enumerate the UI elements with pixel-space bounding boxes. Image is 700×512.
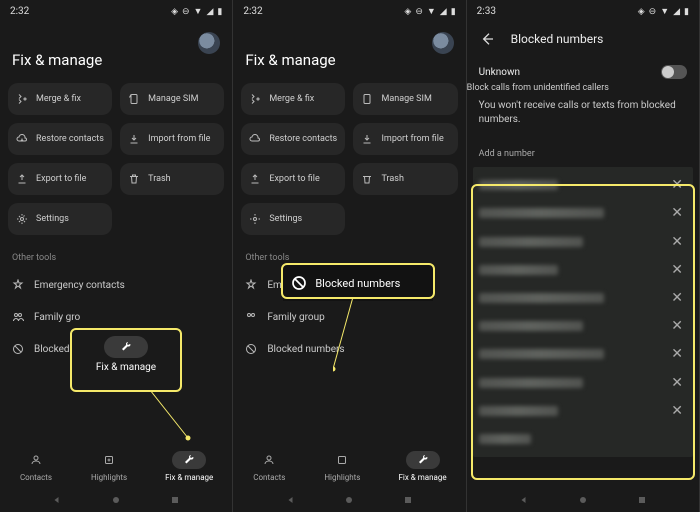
action-grid: Merge & fix Manage SIM Restore contacts … bbox=[0, 83, 232, 235]
system-nav bbox=[0, 490, 232, 510]
family-group-row[interactable]: Family group bbox=[233, 301, 465, 333]
nav-fix-manage[interactable]: Fix & manage bbox=[398, 451, 446, 482]
restore-contacts-card[interactable]: Restore contacts bbox=[241, 123, 345, 155]
cloud-download-icon bbox=[16, 133, 28, 145]
blocked-number-row: ✕ bbox=[479, 199, 687, 227]
trash-icon bbox=[128, 173, 140, 185]
remove-icon[interactable]: ✕ bbox=[667, 234, 687, 250]
settings-card[interactable]: Settings bbox=[8, 203, 112, 235]
back-icon[interactable] bbox=[479, 31, 495, 47]
gear-icon bbox=[249, 213, 261, 225]
remove-icon[interactable]: ✕ bbox=[667, 177, 687, 193]
remove-icon[interactable]: ✕ bbox=[667, 290, 687, 306]
trash-icon bbox=[361, 173, 373, 185]
blocked-number-list: ✕ ✕ ✕ ✕ ✕ ✕ ✕ ✕ ✕ bbox=[473, 167, 693, 457]
gear-icon bbox=[16, 213, 28, 225]
block-icon bbox=[245, 343, 257, 355]
nav-contacts[interactable]: Contacts bbox=[252, 451, 286, 482]
remove-icon[interactable]: ✕ bbox=[667, 205, 687, 221]
screen-blocked-numbers: 2:33 ◈⊖▼◢▮ Blocked numbers Unknown Block… bbox=[467, 0, 700, 512]
info-text: You won't receive calls or texts from bl… bbox=[467, 93, 699, 133]
blocked-number-row: ✕ bbox=[479, 368, 687, 396]
screen-fix-manage-1: 2:32 ◈⊖▼◢▮ Fix & manage Merge & fix Mana… bbox=[0, 0, 233, 512]
family-group-row[interactable]: Family gro bbox=[0, 301, 232, 333]
settings-card[interactable]: Settings bbox=[241, 203, 345, 235]
other-tools-label: Other tools bbox=[0, 235, 232, 269]
status-bar: 2:32 ◈⊖▼◢▮ bbox=[233, 0, 465, 23]
status-bar: 2:33 ◈⊖▼◢▮ bbox=[467, 0, 699, 23]
screen-fix-manage-2: 2:32 ◈⊖▼◢▮ Fix & manage Merge & fix Mana… bbox=[233, 0, 466, 512]
block-icon bbox=[12, 343, 24, 355]
clock: 2:33 bbox=[477, 6, 496, 17]
cloud-download-icon bbox=[249, 133, 261, 145]
blocked-numbers-row[interactable]: Blocked numbers bbox=[233, 333, 465, 365]
remove-icon[interactable]: ✕ bbox=[667, 262, 687, 278]
export-file-card[interactable]: Export to file bbox=[241, 163, 345, 195]
family-icon bbox=[245, 311, 257, 323]
remove-icon[interactable]: ✕ bbox=[667, 318, 687, 334]
export-file-card[interactable]: Export to file bbox=[8, 163, 112, 195]
nav-highlights[interactable]: Highlights bbox=[324, 451, 360, 482]
trash-card[interactable]: Trash bbox=[353, 163, 457, 195]
avatar[interactable] bbox=[432, 32, 454, 54]
merge-icon bbox=[249, 93, 261, 105]
blocked-number-row: ✕ bbox=[479, 227, 687, 255]
wrench-pill bbox=[104, 336, 148, 358]
blocked-number-row: ✕ bbox=[479, 340, 687, 368]
merge-fix-card[interactable]: Merge & fix bbox=[8, 83, 112, 115]
blocked-number-row bbox=[479, 425, 687, 453]
blocked-number-row: ✕ bbox=[479, 171, 687, 199]
upload-icon bbox=[16, 173, 28, 185]
system-nav bbox=[233, 490, 465, 510]
remove-icon[interactable]: ✕ bbox=[667, 346, 687, 362]
emergency-icon bbox=[245, 279, 257, 291]
clock: 2:32 bbox=[243, 6, 262, 17]
emergency-contacts-row[interactable]: Emergency contacts bbox=[0, 269, 232, 301]
blocked-number-row: ✕ bbox=[479, 256, 687, 284]
restore-contacts-card[interactable]: Restore contacts bbox=[8, 123, 112, 155]
add-number-link[interactable]: Add a number bbox=[467, 133, 699, 167]
remove-icon[interactable]: ✕ bbox=[667, 375, 687, 391]
blocked-numbers-callout: Blocked numbers bbox=[283, 265, 433, 301]
import-file-card[interactable]: Import from file bbox=[120, 123, 224, 155]
blocked-number-row: ✕ bbox=[479, 284, 687, 312]
page-title: Fix & manage bbox=[233, 23, 465, 83]
unknown-toggle-row[interactable]: Unknown bbox=[467, 55, 699, 83]
fix-manage-callout: Fix & manage bbox=[72, 330, 180, 390]
page-title: Fix & manage bbox=[0, 23, 232, 83]
status-bar: 2:32 ◈⊖▼◢▮ bbox=[0, 0, 232, 23]
blocked-number-row: ✕ bbox=[479, 397, 687, 425]
trash-card[interactable]: Trash bbox=[120, 163, 224, 195]
sim-icon bbox=[128, 93, 140, 105]
import-file-card[interactable]: Import from file bbox=[353, 123, 457, 155]
nav-highlights[interactable]: Highlights bbox=[91, 451, 127, 482]
download-icon bbox=[361, 133, 373, 145]
remove-icon[interactable]: ✕ bbox=[667, 403, 687, 419]
merge-fix-card[interactable]: Merge & fix bbox=[241, 83, 345, 115]
toggle-switch[interactable] bbox=[661, 65, 687, 79]
status-icons: ◈⊖▼◢▮ bbox=[404, 6, 455, 17]
nav-contacts[interactable]: Contacts bbox=[19, 451, 53, 482]
sim-icon bbox=[361, 93, 373, 105]
manage-sim-card[interactable]: Manage SIM bbox=[120, 83, 224, 115]
nav-fix-manage[interactable]: Fix & manage bbox=[165, 451, 213, 482]
blocked-number-row: ✕ bbox=[479, 312, 687, 340]
status-icons: ◈⊖▼◢▮ bbox=[171, 6, 222, 17]
upload-icon bbox=[249, 173, 261, 185]
page-title: Blocked numbers bbox=[511, 32, 604, 46]
bottom-nav: Contacts Highlights Fix & manage bbox=[0, 445, 232, 488]
bottom-nav: Contacts Highlights Fix & manage bbox=[233, 445, 465, 488]
system-nav bbox=[467, 490, 699, 510]
family-icon bbox=[12, 311, 24, 323]
manage-sim-card[interactable]: Manage SIM bbox=[353, 83, 457, 115]
clock: 2:32 bbox=[10, 6, 29, 17]
emergency-icon bbox=[12, 279, 24, 291]
unknown-subtitle: Block calls from unidentified callers bbox=[467, 83, 699, 93]
status-icons: ◈⊖▼◢▮ bbox=[638, 6, 689, 17]
page-header: Blocked numbers bbox=[467, 23, 699, 55]
action-grid: Merge & fix Manage SIM Restore contacts … bbox=[233, 83, 465, 235]
merge-icon bbox=[16, 93, 28, 105]
other-tools-label: Other tools bbox=[233, 235, 465, 269]
download-icon bbox=[128, 133, 140, 145]
